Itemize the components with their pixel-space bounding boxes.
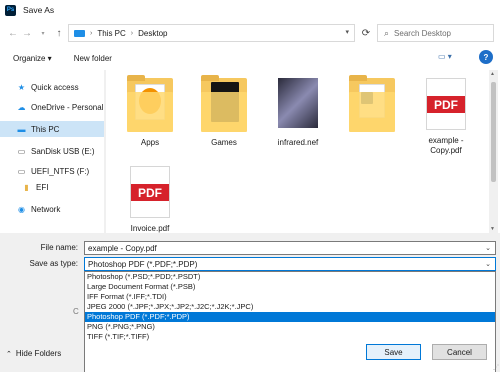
help-icon[interactable]: ? — [479, 50, 493, 64]
folder-icon — [349, 75, 395, 132]
folder-icon — [201, 75, 247, 132]
search-input[interactable]: ⌕ Search Desktop — [377, 24, 494, 42]
file-list-scrollbar[interactable]: ▲ ▼ — [489, 70, 498, 233]
file-item-documents-folder[interactable] — [336, 75, 408, 138]
sidebar-item-label: Network — [31, 204, 61, 214]
file-name-value: example - Copy.pdf — [88, 243, 157, 253]
monitor-icon: ▬ — [17, 124, 26, 134]
file-name: Apps — [140, 138, 160, 147]
up-arrow-icon[interactable]: ↑ — [52, 26, 66, 40]
navigation-pane: ★ Quick access ☁ OneDrive - Personal ▬ T… — [0, 70, 106, 233]
star-icon: ★ — [17, 82, 26, 92]
chevron-down-icon[interactable]: ⌄ — [485, 244, 491, 252]
chevron-down-icon[interactable]: ⌄ — [485, 260, 491, 268]
drive-icon: ▭ — [17, 166, 26, 176]
hide-folders-label: Hide Folders — [15, 349, 62, 358]
command-bar: Organize ▾ New folder ▭ ▾ ? — [0, 48, 500, 68]
save-button[interactable]: Save — [366, 344, 421, 360]
usb-drive-icon: ▭ — [17, 146, 26, 156]
save-as-type-value: Photoshop PDF (*.PDF;*.PDP) — [88, 259, 198, 269]
title-bar: Ps Save As — [0, 0, 500, 20]
scrollbar-thumb[interactable] — [491, 82, 496, 182]
sidebar-item-label: UEFI_NTFS (F:) — [31, 166, 90, 176]
path-breadcrumb[interactable]: › This PC › Desktop ▾ — [68, 24, 355, 42]
file-name-label: File name: — [40, 243, 78, 252]
cloud-icon: ☁ — [17, 102, 26, 112]
chevron-right-icon[interactable]: › — [90, 30, 92, 37]
view-options-icon[interactable]: ▭ ▾ — [438, 52, 452, 61]
file-name: infrared.nef — [277, 138, 319, 147]
resize-grip-icon[interactable]: ⋰ — [493, 364, 499, 371]
dropdown-option[interactable]: Large Document Format (*.PSB) — [85, 282, 495, 292]
file-item-games[interactable]: Games — [188, 75, 260, 148]
this-pc-icon — [74, 29, 85, 37]
pdf-file-icon: PDF — [130, 166, 170, 218]
file-list: Apps Games infrared.nef PDF example - Co… — [108, 70, 488, 233]
file-name-field[interactable]: example - Copy.pdf ⌄ — [84, 241, 496, 255]
refresh-icon[interactable]: ⟳ — [358, 24, 374, 42]
breadcrumb-this-pc[interactable]: This PC — [97, 29, 125, 38]
file-item-infrared-nef[interactable]: infrared.nef — [262, 78, 334, 148]
pdf-badge: PDF — [131, 184, 169, 201]
sidebar-item-this-pc[interactable]: ▬ This PC — [0, 121, 104, 137]
file-item-example-copy-pdf[interactable]: PDF example - Copy.pdf — [410, 78, 482, 156]
recent-locations-chevron-icon[interactable]: ▾ — [36, 26, 50, 40]
hide-folders-button[interactable]: ⌃ Hide Folders — [6, 349, 61, 358]
folder-icon: ▮ — [24, 182, 29, 192]
cancel-button[interactable]: Cancel — [432, 344, 487, 360]
partially-hidden-label: C — [73, 307, 79, 316]
back-arrow-icon[interactable]: ← — [6, 26, 20, 40]
dropdown-option[interactable]: IFF Format (*.IFF;*.TDI) — [85, 292, 495, 302]
file-item-apps[interactable]: Apps — [114, 75, 186, 148]
sidebar-item-label: This PC — [31, 124, 60, 134]
chevron-right-icon[interactable]: › — [131, 30, 133, 37]
sidebar-item-network[interactable]: ◉ Network — [0, 201, 104, 217]
sidebar-item-onedrive[interactable]: ☁ OneDrive - Personal — [0, 99, 104, 115]
chevron-up-icon: ⌃ — [6, 350, 12, 358]
dropdown-option[interactable]: JPEG 2000 (*.JPF;*.JPX;*.JP2;*.J2C;*.J2K… — [85, 302, 495, 312]
sidebar-item-label: Quick access — [31, 82, 79, 92]
new-folder-button[interactable]: New folder — [74, 54, 112, 63]
folder-icon — [127, 75, 173, 132]
network-icon: ◉ — [18, 204, 25, 214]
dropdown-option-selected[interactable]: Photoshop PDF (*.PDF;*.PDP) — [85, 312, 495, 322]
chevron-down-icon[interactable]: ▾ — [345, 28, 349, 36]
save-form: File name: example - Copy.pdf ⌄ Save as … — [0, 233, 500, 372]
window-title: Save As — [23, 5, 55, 15]
save-as-type-select[interactable]: Photoshop PDF (*.PDF;*.PDP) ⌄ — [84, 257, 496, 271]
sidebar-scrollbar[interactable] — [104, 70, 106, 233]
sidebar-item-sandisk-usb[interactable]: ▭ SanDisk USB (E:) — [0, 143, 104, 159]
search-placeholder: Search Desktop — [394, 28, 451, 38]
pdf-badge: PDF — [427, 96, 465, 113]
file-name: Invoice.pdf — [130, 224, 170, 233]
file-name: Games — [211, 138, 237, 147]
address-bar: ← → ▾ ↑ › This PC › Desktop ▾ ⟳ ⌕ Search… — [0, 22, 500, 44]
breadcrumb-desktop[interactable]: Desktop — [138, 29, 167, 38]
sidebar-item-uefi-ntfs[interactable]: ▭ UEFI_NTFS (F:) — [0, 163, 104, 179]
sidebar-item-label: OneDrive - Personal — [31, 102, 104, 112]
pdf-file-icon: PDF — [426, 78, 466, 130]
dropdown-option[interactable]: Photoshop (*.PSD;*.PDD;*.PSDT) — [85, 272, 495, 282]
save-as-type-label: Save as type: — [29, 259, 78, 268]
forward-arrow-icon[interactable]: → — [20, 26, 34, 40]
file-item-invoice-pdf[interactable]: PDF Invoice.pdf — [114, 166, 186, 233]
dropdown-option[interactable]: PNG (*.PNG;*.PNG) — [85, 322, 495, 332]
scroll-up-icon[interactable]: ▲ — [490, 71, 495, 77]
search-icon: ⌕ — [384, 27, 390, 38]
scroll-down-icon[interactable]: ▼ — [490, 226, 495, 232]
sidebar-item-quick-access[interactable]: ★ Quick access — [0, 79, 104, 95]
dropdown-option[interactable]: TIFF (*.TIF;*.TIFF) — [85, 332, 495, 342]
photoshop-app-icon: Ps — [5, 4, 16, 16]
image-thumbnail-icon — [278, 78, 318, 128]
sidebar-item-label: SanDisk USB (E:) — [31, 146, 95, 156]
organize-button[interactable]: Organize ▾ — [13, 54, 52, 63]
file-name: example - Copy.pdf — [428, 136, 464, 155]
sidebar-item-efi[interactable]: ▮ EFI — [0, 179, 104, 195]
sidebar-item-label: EFI — [36, 182, 49, 192]
